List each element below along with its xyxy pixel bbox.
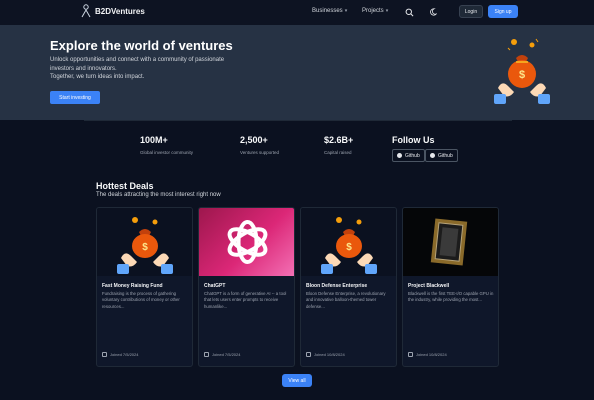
start-investing-button[interactable]: Start investing	[50, 91, 100, 104]
hero-subtitle: Unlock opportunities and connect with a …	[50, 56, 290, 82]
stat-investors: 100M+ Global investor community	[140, 135, 193, 155]
deal-title: Project Blackwell	[408, 283, 450, 289]
hottest-deals-subtitle: The deals attracting the most interest r…	[96, 192, 221, 198]
deal-card[interactable]: ChatGPT ChatGPT is a form of generative …	[198, 207, 295, 367]
deal-image	[199, 208, 294, 276]
search-icon	[405, 8, 413, 16]
top-navbar: B2DVentures Businesses ▾ Projects ▾ Logi…	[0, 0, 594, 25]
github-button[interactable]: Github	[392, 149, 425, 162]
money-bag-hands-icon: $	[494, 38, 550, 104]
stat-label: Capital raised	[324, 150, 352, 155]
deal-date: Joined 10/8/2024	[306, 352, 345, 357]
stat-value: 100M+	[140, 135, 168, 145]
hottest-deals-title: Hottest Deals	[96, 181, 154, 191]
brand-name: B2DVentures	[95, 6, 145, 16]
money-bag-hands-icon: $	[117, 217, 173, 274]
deal-description: Fundraising is the process of gathering …	[102, 291, 180, 309]
login-button[interactable]: Login	[459, 5, 483, 18]
deal-date-text: Joined 7/5/2024	[212, 352, 241, 357]
stat-capital: $2.6B+ Capital raised	[324, 135, 353, 155]
section-divider	[84, 120, 512, 121]
stat-value: $2.6B+	[324, 135, 354, 145]
deal-title: Fast Money Raising Fund	[102, 283, 163, 289]
github-icon	[397, 153, 402, 158]
hero-subtitle-line: Unlock opportunities and connect with a …	[50, 57, 225, 63]
deal-description: Bloon Defense Enterprise, a revolutionar…	[306, 291, 386, 309]
stat-value: 2,500+	[240, 135, 268, 145]
github-button[interactable]: Github	[425, 149, 458, 162]
hero-banner: Explore the world of ventures Unlock opp…	[0, 25, 594, 120]
money-bag-hands-icon: $	[321, 217, 377, 274]
calendar-icon	[204, 352, 209, 357]
calendar-icon	[102, 352, 107, 357]
hero-subtitle-line: investors and innovators.	[50, 65, 117, 72]
svg-text:$: $	[346, 242, 352, 253]
deal-description: ChatGPT is a form of generative AI -- a …	[204, 291, 287, 309]
calendar-icon	[306, 352, 311, 357]
deal-description: Blackwell is the first TEE-I/O capable G…	[408, 291, 494, 303]
deal-date-text: Joined 7/5/2024	[110, 352, 139, 357]
chevron-down-icon: ▾	[344, 8, 348, 14]
hero-subtitle-line: Together, we turn ideas into impact.	[50, 74, 145, 80]
svg-text:$: $	[142, 242, 148, 253]
signup-button[interactable]: Sign up	[488, 5, 518, 18]
nav-businesses-label: Businesses	[312, 8, 343, 14]
search-button[interactable]	[403, 6, 415, 18]
deal-image	[403, 208, 498, 276]
deal-date: Joined 10/8/2024	[408, 352, 447, 357]
deal-date-text: Joined 10/8/2024	[314, 352, 345, 357]
deal-image: $	[97, 208, 192, 276]
brand-logo[interactable]: B2DVentures	[80, 4, 145, 18]
openai-logo-icon	[227, 220, 268, 264]
deal-image: $	[301, 208, 396, 276]
deal-card[interactable]: $ Bloon Defense Enterprise Bloon Defense…	[300, 207, 397, 367]
moon-icon	[430, 8, 437, 16]
deal-date: Joined 7/5/2024	[204, 352, 240, 357]
github-label: Github	[438, 152, 453, 159]
github-icon	[430, 153, 435, 158]
gpu-chip-icon	[430, 218, 468, 266]
nav-projects[interactable]: Projects ▾	[362, 8, 388, 14]
svg-text:$: $	[519, 69, 525, 81]
view-all-button[interactable]: View all	[282, 374, 312, 387]
logo-icon	[81, 4, 91, 18]
nav-projects-label: Projects	[362, 8, 384, 14]
theme-toggle[interactable]	[427, 6, 439, 18]
chevron-down-icon: ▾	[385, 8, 389, 14]
deal-card[interactable]: $ Fast Money Raising Fund Fundraising is…	[96, 207, 193, 367]
hero-title: Explore the world of ventures	[50, 38, 233, 53]
deal-title: Bloon Defense Enterprise	[306, 283, 368, 289]
stat-ventures: 2,500+ Ventures supported	[240, 135, 279, 155]
stat-label: Ventures supported	[240, 150, 280, 155]
nav-businesses[interactable]: Businesses ▾	[312, 8, 347, 14]
deal-date: Joined 7/5/2024	[102, 352, 138, 357]
calendar-icon	[408, 352, 413, 357]
deal-title: ChatGPT	[204, 283, 226, 289]
deal-card[interactable]: Project Blackwell Blackwell is the first…	[402, 207, 499, 367]
github-label: Github	[405, 152, 420, 159]
stat-label: Global investor community	[140, 150, 194, 155]
deal-date-text: Joined 10/8/2024	[416, 352, 447, 357]
follow-us-title: Follow Us	[392, 135, 435, 145]
